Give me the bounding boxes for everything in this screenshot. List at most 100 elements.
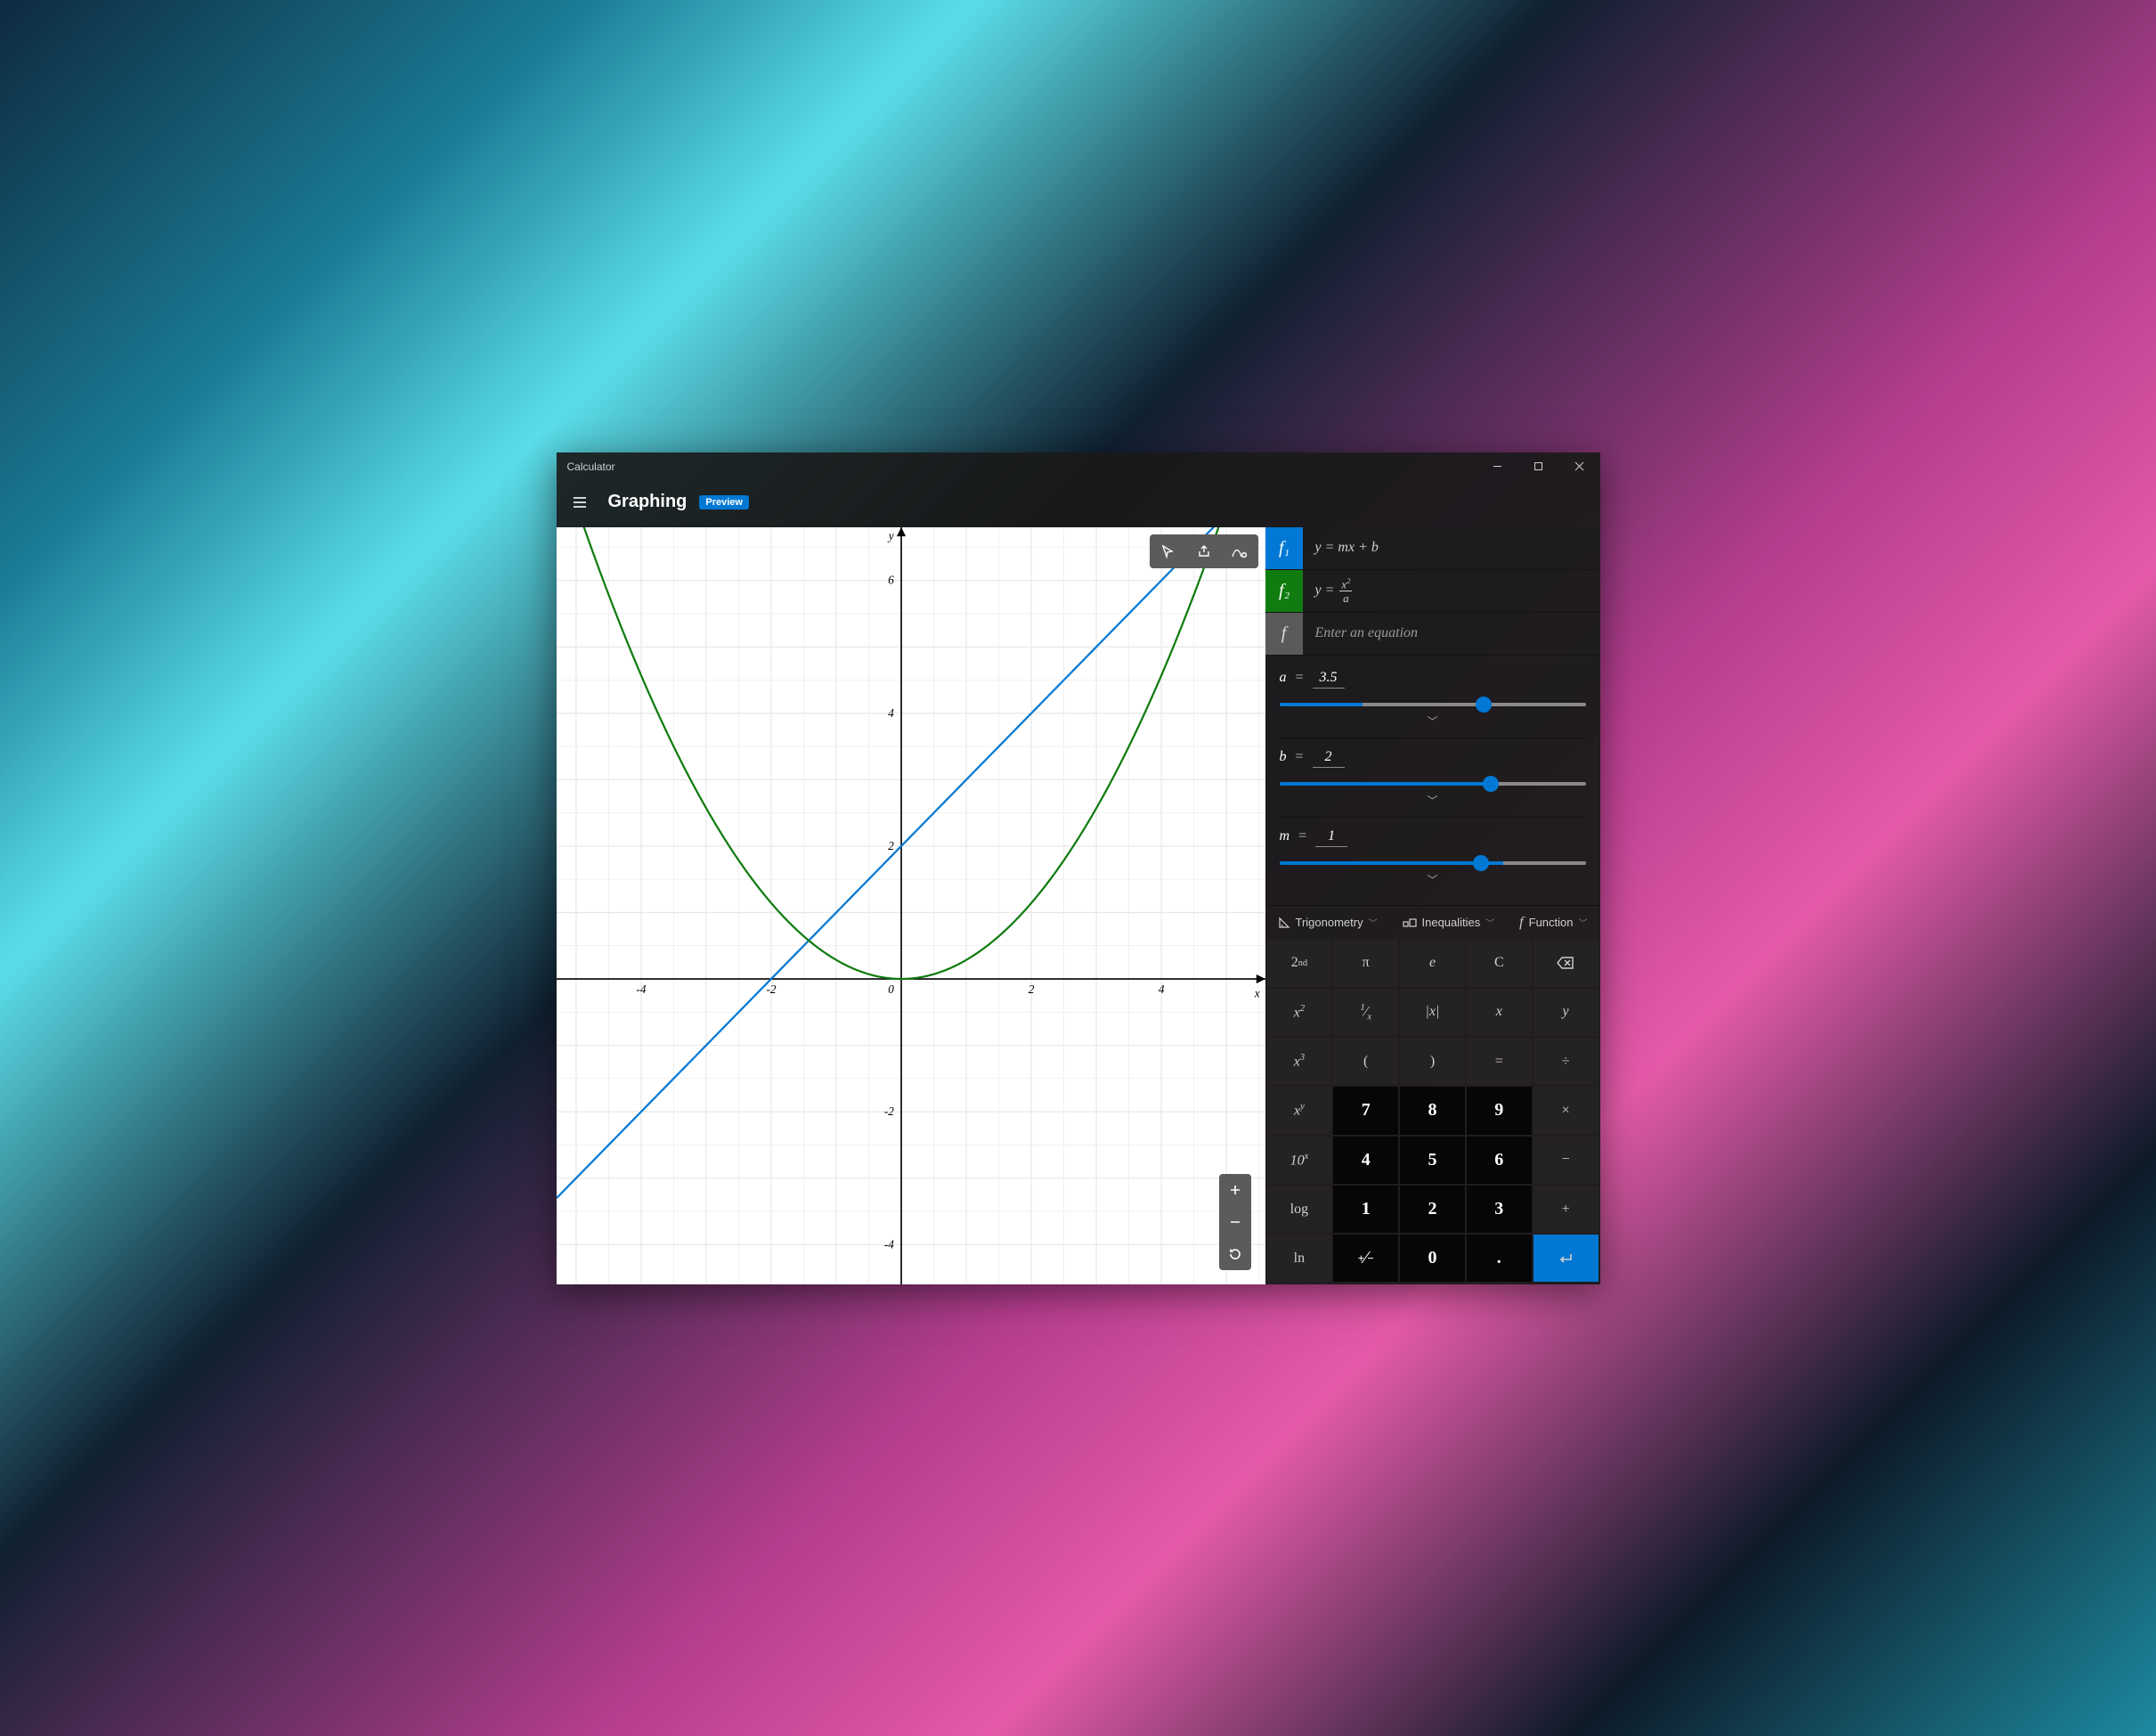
equation-expr-1[interactable]: y = mx + b xyxy=(1303,527,1600,569)
share-button[interactable] xyxy=(1189,538,1219,565)
slider-m[interactable] xyxy=(1280,861,1586,865)
maximize-button[interactable] xyxy=(1518,452,1559,481)
keypad: 2nd π e C x2 1⁄x |x| x y x3 ( ) = ÷ xyxy=(1265,940,1600,1284)
var-name: m xyxy=(1280,828,1290,844)
titlebar: Calculator xyxy=(557,452,1600,481)
key-xy[interactable]: xy xyxy=(1267,1087,1332,1134)
svg-text:-2: -2 xyxy=(883,1104,893,1118)
side-pane: f1 y = mx + b f2 y = x2a f xyxy=(1265,527,1600,1284)
key-y[interactable]: y xyxy=(1534,989,1599,1036)
equation-sub: 1 xyxy=(1285,548,1290,558)
content: -4-224-4-22460xy xyxy=(557,527,1600,1284)
window-controls xyxy=(1477,452,1600,481)
key-multiply[interactable]: × xyxy=(1534,1087,1599,1134)
trace-button[interactable] xyxy=(1153,538,1184,565)
key-pi[interactable]: π xyxy=(1333,940,1398,987)
slider-b[interactable] xyxy=(1280,782,1586,786)
tab-function[interactable]: f Function﹀ xyxy=(1519,915,1587,931)
key-divide[interactable]: ÷ xyxy=(1534,1038,1599,1085)
variables-panel: a = 3.5 ﹀ b = 2 ﹀ xyxy=(1265,656,1600,905)
var-value[interactable]: 2 xyxy=(1313,749,1345,768)
equation-label: f xyxy=(1279,581,1284,601)
expand-b[interactable]: ﹀ xyxy=(1280,791,1586,813)
key-x[interactable]: x xyxy=(1467,989,1532,1036)
variable-a: a = 3.5 ﹀ xyxy=(1280,661,1586,738)
var-value[interactable]: 3.5 xyxy=(1313,670,1345,689)
equation-row-1[interactable]: f1 y = mx + b xyxy=(1265,527,1600,570)
key-enter[interactable] xyxy=(1534,1235,1599,1282)
window-title: Calculator xyxy=(567,460,615,473)
key-4[interactable]: 4 xyxy=(1333,1137,1398,1184)
key-decimal[interactable]: . xyxy=(1467,1235,1532,1282)
function-icon: f xyxy=(1519,915,1523,931)
equation-swatch-2[interactable]: f2 xyxy=(1265,570,1303,612)
key-abs[interactable]: |x| xyxy=(1400,989,1465,1036)
backspace-icon xyxy=(1557,957,1574,969)
key-ln[interactable]: ln xyxy=(1267,1235,1332,1282)
key-2nd[interactable]: 2nd xyxy=(1267,940,1332,987)
key-minus[interactable]: − xyxy=(1534,1137,1599,1184)
var-name: a xyxy=(1280,670,1287,686)
zoom-reset-button[interactable] xyxy=(1219,1238,1251,1270)
var-name: b xyxy=(1280,749,1287,765)
equation-label: f xyxy=(1279,538,1284,558)
equation-swatch-1[interactable]: f1 xyxy=(1265,527,1303,569)
graph-pane[interactable]: -4-224-4-22460xy xyxy=(557,527,1265,1284)
key-clear[interactable]: C xyxy=(1467,940,1532,987)
key-2[interactable]: 2 xyxy=(1400,1186,1465,1233)
preview-badge: Preview xyxy=(699,495,749,509)
inequality-icon xyxy=(1403,917,1417,928)
variable-b: b = 2 ﹀ xyxy=(1280,740,1586,818)
zoom-out-button[interactable] xyxy=(1219,1206,1251,1238)
var-value[interactable]: 1 xyxy=(1315,828,1347,847)
equation-input[interactable]: Enter an equation xyxy=(1303,613,1600,655)
equation-swatch-new: f xyxy=(1265,613,1303,655)
key-5[interactable]: 5 xyxy=(1400,1137,1465,1184)
enter-icon xyxy=(1558,1252,1574,1265)
close-button[interactable] xyxy=(1559,452,1600,481)
key-equals[interactable]: = xyxy=(1467,1038,1532,1085)
key-plus[interactable]: + xyxy=(1534,1186,1599,1233)
key-6[interactable]: 6 xyxy=(1467,1137,1532,1184)
svg-text:y: y xyxy=(886,529,893,542)
key-reciprocal[interactable]: 1⁄x xyxy=(1333,989,1398,1036)
svg-text:x: x xyxy=(1253,986,1259,999)
key-x3[interactable]: x3 xyxy=(1267,1038,1332,1085)
key-0[interactable]: 0 xyxy=(1400,1235,1465,1282)
key-x2[interactable]: x2 xyxy=(1267,989,1332,1036)
svg-text:6: 6 xyxy=(888,573,894,586)
expand-a[interactable]: ﹀ xyxy=(1280,712,1586,734)
expand-m[interactable]: ﹀ xyxy=(1280,870,1586,892)
key-lparen[interactable]: ( xyxy=(1333,1038,1398,1085)
equation-row-2[interactable]: f2 y = x2a xyxy=(1265,570,1600,613)
tab-inequalities[interactable]: Inequalities﹀ xyxy=(1403,915,1495,931)
key-rparen[interactable]: ) xyxy=(1400,1038,1465,1085)
mode-title: Graphing xyxy=(608,492,687,512)
key-negate[interactable]: +⁄− xyxy=(1333,1235,1398,1282)
equation-expr-2[interactable]: y = x2a xyxy=(1303,570,1600,612)
tab-trigonometry[interactable]: Trigonometry﹀ xyxy=(1278,915,1378,931)
key-9[interactable]: 9 xyxy=(1467,1087,1532,1134)
svg-text:4: 4 xyxy=(1158,982,1164,996)
svg-text:2: 2 xyxy=(1028,982,1034,996)
key-e[interactable]: e xyxy=(1400,940,1465,987)
graph-canvas[interactable]: -4-224-4-22460xy xyxy=(557,527,1265,1284)
menu-button[interactable] xyxy=(564,486,596,518)
key-backspace[interactable] xyxy=(1534,940,1599,987)
svg-text:-2: -2 xyxy=(766,982,776,996)
key-3[interactable]: 3 xyxy=(1467,1186,1532,1233)
key-7[interactable]: 7 xyxy=(1333,1087,1398,1134)
slider-a[interactable] xyxy=(1280,703,1586,706)
zoom-in-button[interactable] xyxy=(1219,1174,1251,1206)
graph-settings-button[interactable] xyxy=(1224,538,1255,565)
mode-header: Graphing Preview xyxy=(557,481,1600,527)
minimize-button[interactable] xyxy=(1477,452,1518,481)
key-log[interactable]: log xyxy=(1267,1186,1332,1233)
equation-row-new[interactable]: f Enter an equation xyxy=(1265,613,1600,656)
key-8[interactable]: 8 xyxy=(1400,1087,1465,1134)
key-10x[interactable]: 10x xyxy=(1267,1137,1332,1184)
zoom-controls xyxy=(1219,1174,1251,1270)
svg-text:0: 0 xyxy=(888,982,894,996)
svg-text:-4: -4 xyxy=(883,1237,893,1251)
key-1[interactable]: 1 xyxy=(1333,1186,1398,1233)
